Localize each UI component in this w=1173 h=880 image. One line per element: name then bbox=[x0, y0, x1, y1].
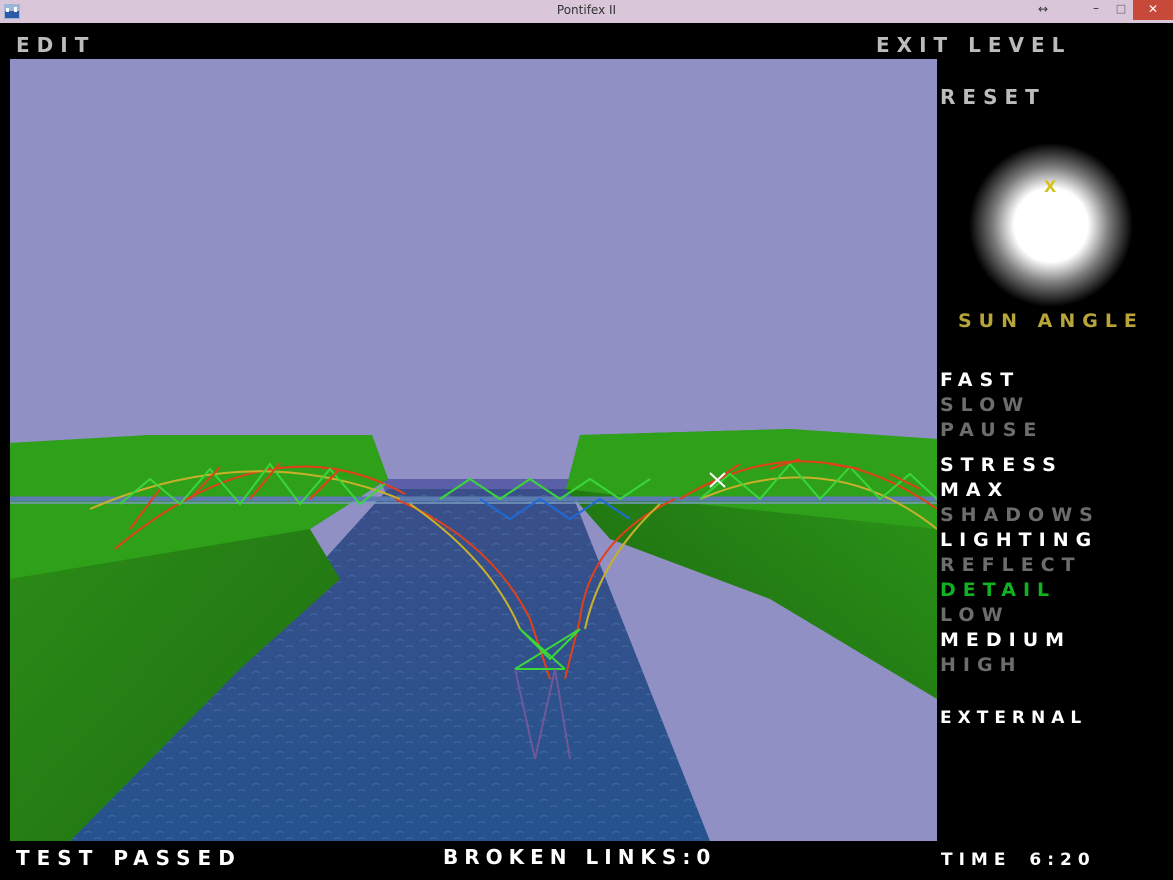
speed-fast[interactable]: Fast bbox=[940, 369, 1020, 391]
window-title: Pontifex II bbox=[556, 3, 617, 17]
close-button[interactable]: ✕ bbox=[1133, 0, 1173, 20]
lighting-toggle[interactable]: Lighting bbox=[940, 529, 1098, 551]
window-titlebar: Pontifex II ↔ – □ ✕ bbox=[0, 0, 1173, 23]
3d-viewport[interactable] bbox=[10, 59, 937, 841]
exit-level-button[interactable]: Exit Level bbox=[876, 33, 1071, 57]
sun-glow bbox=[966, 137, 1141, 307]
broken-links-label: Broken Links: bbox=[443, 845, 697, 869]
time-value: 6:20 bbox=[1029, 850, 1096, 870]
close-icon: ✕ bbox=[1147, 2, 1159, 16]
detail-high[interactable]: High bbox=[940, 654, 1022, 676]
sun-angle-marker[interactable]: X bbox=[1044, 177, 1056, 196]
broken-links-value: 0 bbox=[696, 845, 717, 869]
edit-button[interactable]: Edit bbox=[16, 33, 95, 57]
detail-low[interactable]: Low bbox=[940, 604, 1010, 626]
shadows-toggle[interactable]: Shadows bbox=[940, 504, 1100, 526]
minimize-icon: – bbox=[1093, 1, 1099, 15]
maximize-icon: □ bbox=[1115, 2, 1127, 15]
speed-pause[interactable]: Pause bbox=[940, 419, 1043, 441]
sun-angle-control[interactable]: X bbox=[966, 137, 1141, 307]
detail-medium[interactable]: Medium bbox=[940, 629, 1071, 651]
test-result: Test Passed bbox=[16, 846, 242, 870]
external-view-button[interactable]: External bbox=[940, 708, 1087, 728]
stress-toggle[interactable]: Stress bbox=[940, 454, 1063, 476]
maximize-button[interactable]: □ bbox=[1109, 0, 1133, 20]
reflect-toggle[interactable]: Reflect bbox=[940, 554, 1082, 576]
broken-links-counter: Broken Links:0 bbox=[443, 845, 716, 869]
stress-max[interactable]: Max bbox=[940, 479, 1009, 501]
minimize-button[interactable]: – bbox=[1083, 0, 1109, 20]
resize-arrows-icon[interactable]: ↔ bbox=[1036, 2, 1050, 16]
speed-slow[interactable]: Slow bbox=[940, 394, 1030, 416]
detail-heading: Detail bbox=[940, 579, 1057, 601]
reset-button[interactable]: Reset bbox=[940, 85, 1046, 109]
sun-angle-label: Sun Angle bbox=[958, 310, 1144, 332]
time-display: Time 6:20 bbox=[941, 850, 1096, 870]
bridge-scene bbox=[10, 59, 937, 841]
time-label: Time bbox=[941, 850, 1012, 870]
